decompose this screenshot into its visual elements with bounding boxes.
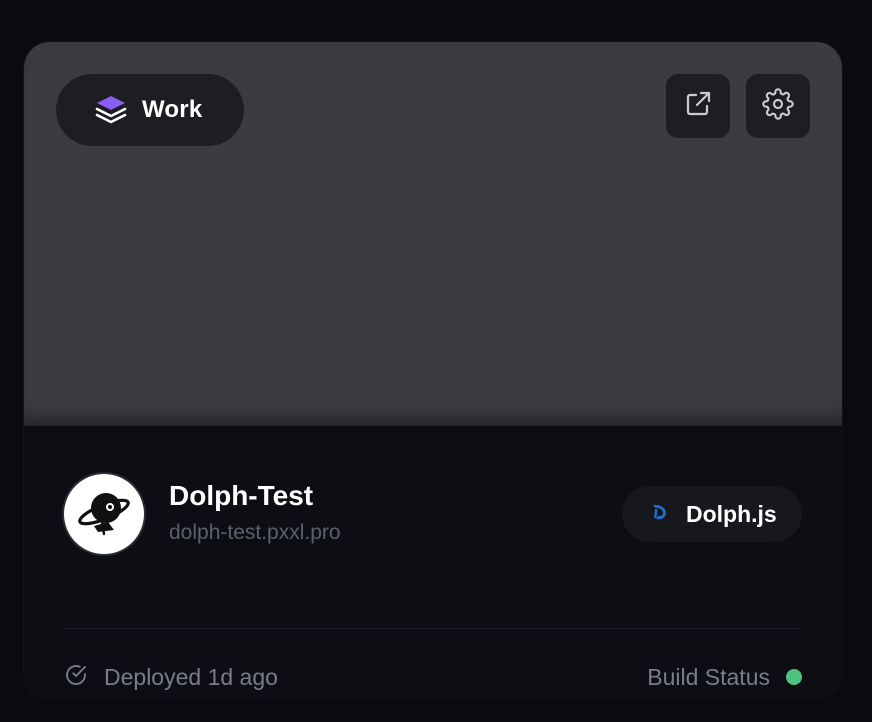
deployment-info: Deployed 1d ago: [64, 662, 278, 692]
check-circle-icon: [64, 663, 88, 692]
project-card[interactable]: Work Dolph-Test dolph-test.pxxl.pro Dolp…: [24, 42, 842, 698]
build-status: Build Status: [647, 662, 802, 692]
divider: [64, 628, 802, 629]
framework-badge: Dolph.js: [622, 486, 802, 542]
open-external-button[interactable]: [666, 74, 730, 138]
project-info: Dolph-Test dolph-test.pxxl.pro Dolph.js …: [24, 426, 842, 698]
workspace-label: Work: [142, 96, 203, 123]
project-name: Dolph-Test: [169, 480, 314, 511]
workspace-badge[interactable]: Work: [56, 74, 244, 146]
deployment-text: Deployed 1d ago: [104, 663, 278, 690]
framework-label: Dolph.js: [686, 500, 777, 527]
build-status-label: Build Status: [647, 663, 770, 690]
layers-icon: [94, 93, 128, 127]
avatar: [64, 474, 144, 554]
external-link-icon: [682, 88, 714, 125]
planet-astronaut-icon: [74, 482, 134, 547]
gear-icon: [762, 87, 794, 125]
status-indicator: [786, 669, 802, 685]
project-domain-link[interactable]: dolph-test.pxxl.pro: [169, 521, 341, 545]
settings-button[interactable]: [746, 74, 810, 138]
dolph-logo-icon: [648, 501, 670, 528]
project-preview[interactable]: Work: [24, 42, 842, 426]
